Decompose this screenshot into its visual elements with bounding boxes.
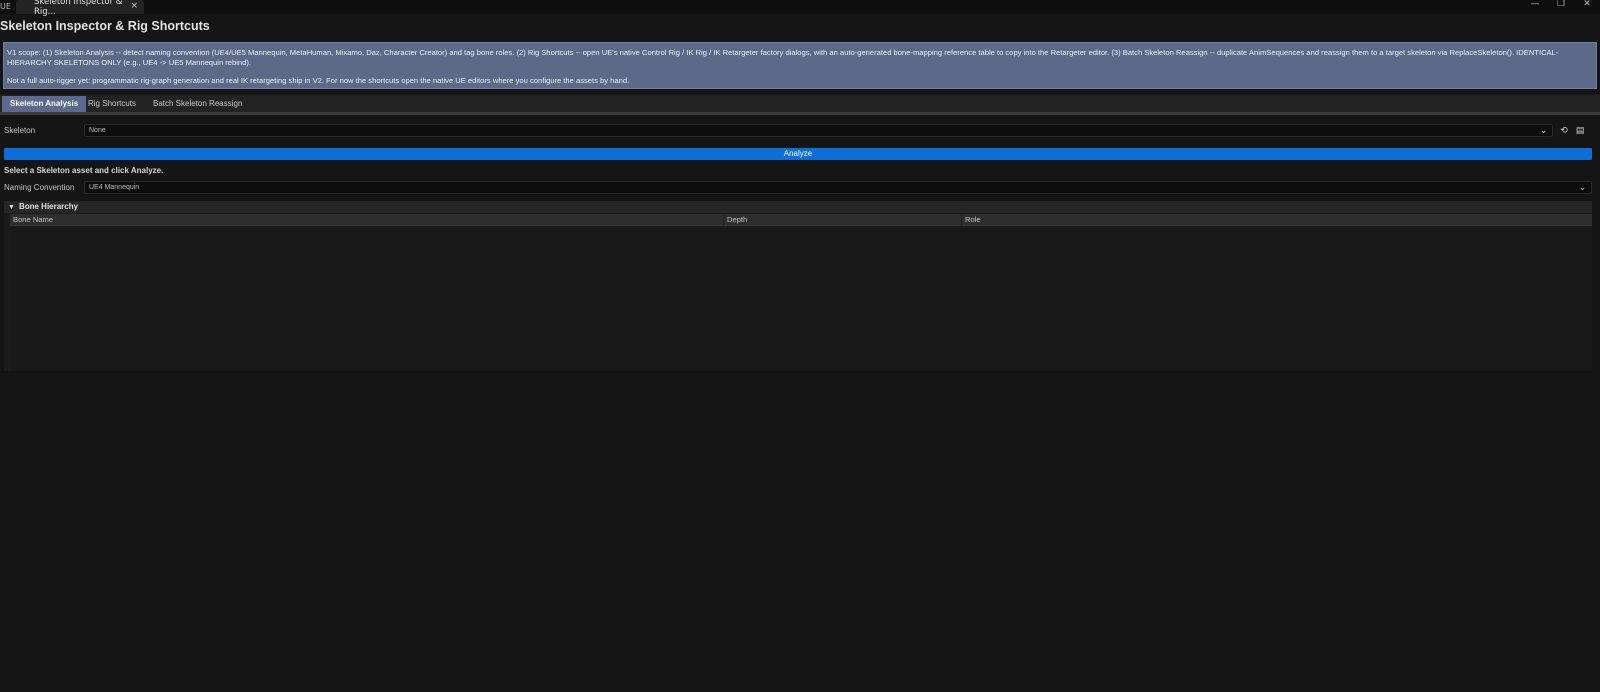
chevron-down-icon: ⌄ <box>1579 183 1586 192</box>
tab-strip: Skeleton Analysis Rig Shortcuts Batch Sk… <box>0 95 1600 115</box>
analyze-button[interactable]: Analyze <box>4 148 1592 160</box>
column-header-role[interactable]: Role <box>961 214 1592 226</box>
bone-hierarchy-panel: ▼ Bone Hierarchy Bone Name Depth Role <box>4 201 1592 371</box>
page-title: Skeleton Inspector & Rig Shortcuts <box>0 19 210 33</box>
bone-hierarchy-title: Bone Hierarchy <box>18 202 79 211</box>
document-tab[interactable]: Skeleton Inspector & Rig... × <box>16 0 144 17</box>
banner-scope-text: V1 scope: (1) Skeleton Analysis -- detec… <box>7 48 1559 67</box>
naming-convention-value: UE4 Mannequin <box>89 184 140 191</box>
skeleton-asset-picker[interactable]: None ⌄ <box>84 124 1553 137</box>
bone-table-header: Bone Name Depth Role <box>10 214 1592 226</box>
close-tab-icon[interactable]: × <box>130 1 138 11</box>
info-banner: V1 scope: (1) Skeleton Analysis -- detec… <box>3 42 1597 89</box>
minimize-icon[interactable]: — <box>1524 0 1546 12</box>
use-selected-asset-icon[interactable]: ⟲ <box>1558 125 1570 137</box>
restore-icon[interactable]: ❐ <box>1550 0 1572 12</box>
status-text: Select a Skeleton asset and click Analyz… <box>4 166 164 175</box>
column-header-bone-name[interactable]: Bone Name <box>10 214 723 226</box>
tab-rig-shortcuts[interactable]: Rig Shortcuts <box>80 96 144 112</box>
tab-skeleton-analysis[interactable]: Skeleton Analysis <box>2 96 87 112</box>
close-window-icon[interactable]: ✕ <box>1576 0 1598 12</box>
banner-note-text: Not a full auto-rigger yet: programmatic… <box>7 76 630 86</box>
chevron-down-icon: ⌄ <box>1540 126 1547 135</box>
browse-asset-icon[interactable]: ▤ <box>1574 125 1586 137</box>
expand-triangle-icon[interactable]: ▼ <box>8 204 15 211</box>
column-header-depth[interactable]: Depth <box>723 214 961 226</box>
document-tab-label: Skeleton Inspector & Rig... <box>34 0 123 17</box>
tab-batch-skeleton-reassign[interactable]: Batch Skeleton Reassign <box>145 96 250 112</box>
bone-table-body <box>10 227 1592 371</box>
skeleton-label: Skeleton <box>4 126 36 135</box>
bone-hierarchy-header[interactable]: ▼ Bone Hierarchy <box>4 201 1592 213</box>
unreal-logo-icon: UE <box>0 2 11 11</box>
naming-convention-label: Naming Convention <box>4 183 75 192</box>
naming-convention-dropdown[interactable]: UE4 Mannequin ⌄ <box>84 181 1592 194</box>
window-titlebar: UE Skeleton Inspector & Rig... × — ❐ ✕ <box>0 0 1600 17</box>
skeleton-value: None <box>89 127 106 134</box>
